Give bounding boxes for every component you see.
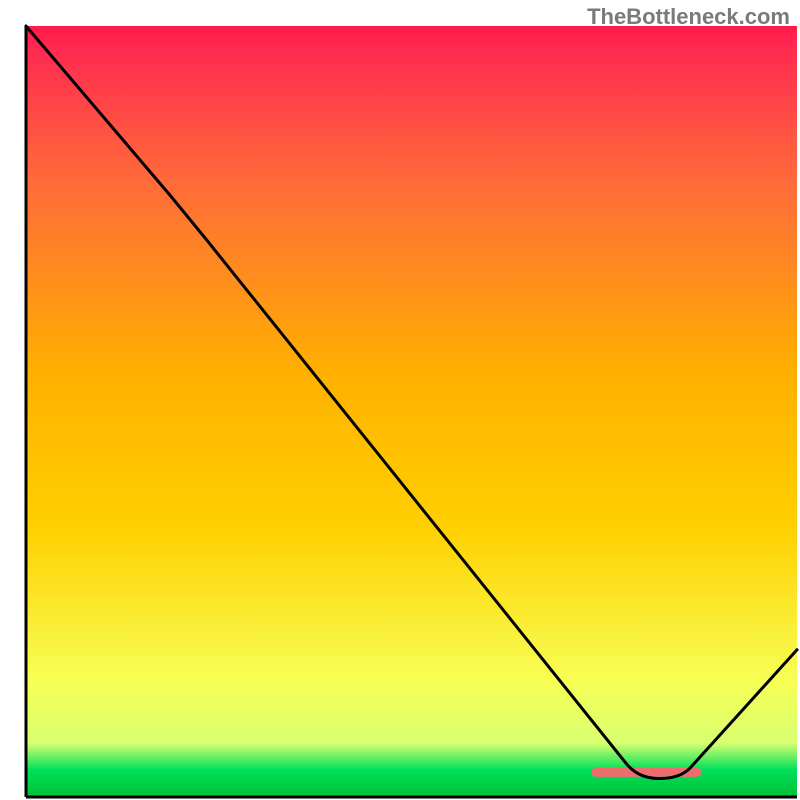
chart-container: TheBottleneck.com [0, 0, 800, 800]
watermark-text: TheBottleneck.com [587, 4, 790, 30]
bottleneck-chart [0, 0, 800, 800]
plot-background [26, 26, 797, 797]
